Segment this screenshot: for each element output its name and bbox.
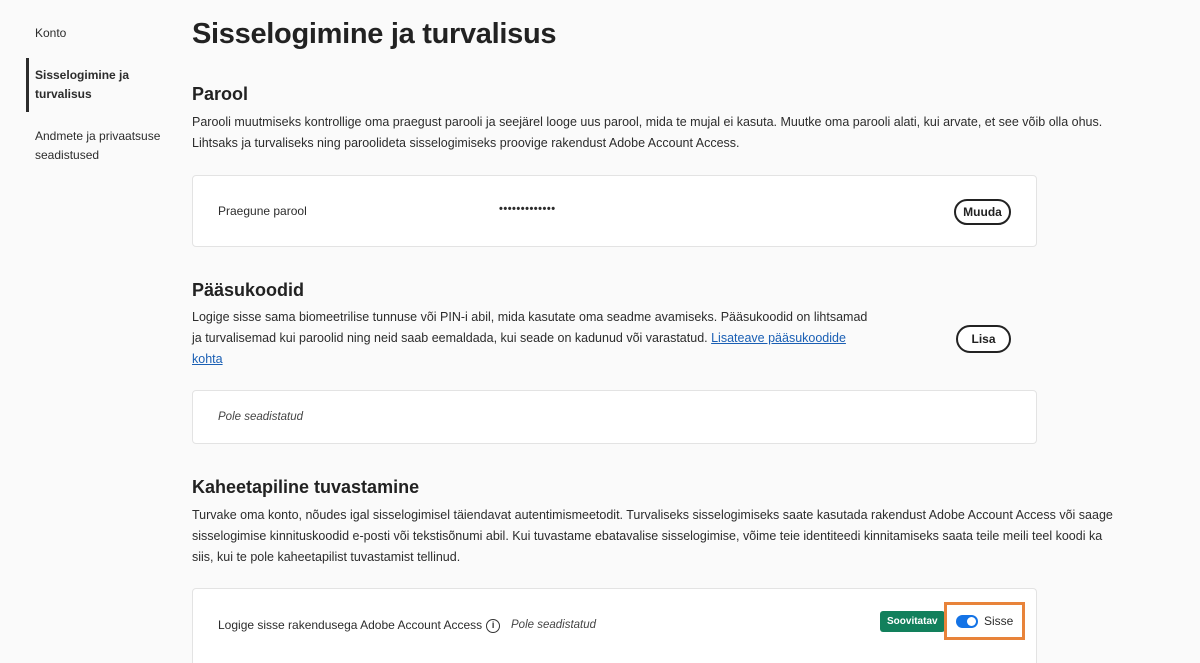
account-access-label: Logige sisse rakendusega Adobe Account A… bbox=[218, 618, 501, 633]
passkeys-learn-more-link-cont[interactable]: kohta bbox=[192, 352, 223, 366]
two-factor-description-line1: Turvake oma konto, nõudes igal sisselogi… bbox=[192, 508, 1113, 522]
add-passkey-button[interactable]: Lisa bbox=[956, 325, 1011, 353]
password-heading: Parool bbox=[192, 84, 249, 104]
two-factor-description-line3: siis, kui te pole kaheetapilist tuvastam… bbox=[192, 550, 461, 564]
password-description: Parooli muutmiseks kontrollige oma praeg… bbox=[192, 112, 1103, 154]
toggle-label: Sisse bbox=[984, 614, 1014, 628]
account-access-label-text: Logige sisse rakendusega Adobe Account A… bbox=[218, 618, 483, 632]
sidebar-item-privaatsus-line2: seadistused bbox=[35, 148, 100, 162]
info-icon[interactable]: i bbox=[486, 618, 501, 633]
passkeys-description-line2: ja turvalisemad kui paroolid ning neid s… bbox=[192, 331, 708, 345]
current-password-value: ••••••••••••• bbox=[499, 203, 556, 215]
account-access-status: Pole seadistatud bbox=[511, 619, 597, 631]
sidebar-item-sisselogimine[interactable]: Sisselogimine ja turvalisus bbox=[26, 58, 176, 112]
password-description-line1: Parooli muutmiseks kontrollige oma praeg… bbox=[192, 115, 1103, 129]
recommended-badge: Soovitatav bbox=[880, 611, 945, 632]
passkeys-description: Logige sisse sama biomeetrilise tunnuse … bbox=[192, 307, 868, 370]
two-factor-heading: Kaheetapiline tuvastamine bbox=[192, 477, 420, 497]
change-password-button[interactable]: Muuda bbox=[954, 199, 1011, 225]
two-factor-card: Logige sisse rakendusega Adobe Account A… bbox=[192, 588, 1037, 663]
passkeys-heading: Pääsukoodid bbox=[192, 280, 305, 300]
two-factor-description-line2: sisselogimise kinnituskoodid e-posti või… bbox=[192, 529, 1103, 543]
page-title: Sisselogimine ja turvalisus bbox=[192, 18, 557, 50]
passkeys-status: Pole seadistatud bbox=[218, 411, 304, 423]
two-factor-description: Turvake oma konto, nõudes igal sisselogi… bbox=[192, 505, 1113, 568]
sidebar: Konto Sisselogimine ja turvalisus Andmet… bbox=[26, 20, 176, 169]
account-access-toggle[interactable]: Sisse bbox=[944, 602, 1025, 640]
toggle-switch[interactable] bbox=[956, 614, 978, 628]
sidebar-item-konto[interactable]: Konto bbox=[26, 20, 176, 47]
passkeys-card: Pole seadistatud bbox=[192, 390, 1037, 444]
passkeys-learn-more-link[interactable]: Lisateave pääsukoodide bbox=[711, 331, 846, 345]
password-card: Praegune parool ••••••••••••• Muuda bbox=[192, 175, 1037, 247]
passkeys-description-line1: Logige sisse sama biomeetrilise tunnuse … bbox=[192, 310, 868, 324]
password-description-line2: Lihtsaks ja turvaliseks ning paroolideta… bbox=[192, 136, 740, 150]
sidebar-item-privaatsus-line1: Andmete ja privaatsuse bbox=[35, 129, 161, 143]
current-password-label: Praegune parool bbox=[218, 204, 307, 218]
sidebar-item-privaatsus[interactable]: Andmete ja privaatsuse seadistused bbox=[26, 123, 176, 169]
